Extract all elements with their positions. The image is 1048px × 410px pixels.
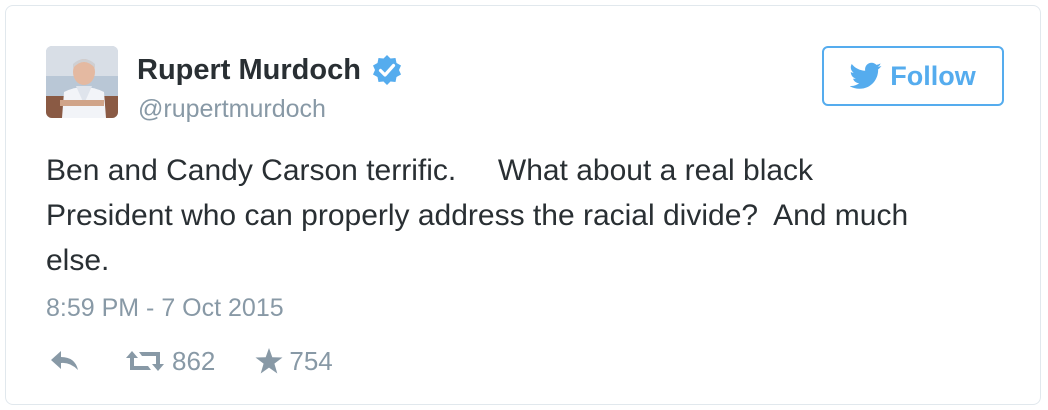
- follow-button[interactable]: Follow: [822, 46, 1004, 106]
- favorite-count: 754: [289, 345, 333, 376]
- favorite-button[interactable]: 754: [255, 345, 333, 377]
- avatar[interactable]: [46, 46, 118, 118]
- retweet-button[interactable]: 862: [126, 346, 215, 377]
- retweet-count: 862: [172, 345, 216, 376]
- retweet-icon: [126, 351, 164, 371]
- twitter-bird-icon: [850, 62, 882, 89]
- tweet-card: Rupert Murdoch @rupertmurdoch Follow Ben…: [5, 5, 1041, 405]
- reply-icon: [51, 351, 78, 370]
- tweet-actions: 862 754: [50, 346, 333, 376]
- avatar-image: [46, 46, 118, 118]
- tweet-text: Ben and Candy Carson terrific. What abou…: [46, 154, 909, 277]
- author-row: Rupert Murdoch: [137, 50, 403, 90]
- author-name[interactable]: Rupert Murdoch: [137, 54, 361, 87]
- follow-label: Follow: [890, 60, 976, 91]
- star-icon: [255, 348, 283, 374]
- tweet-timestamp[interactable]: 8:59 PM - 7 Oct 2015: [46, 294, 284, 323]
- reply-button[interactable]: [50, 350, 80, 372]
- verified-badge-icon: [371, 54, 403, 86]
- author-handle[interactable]: @rupertmurdoch: [138, 95, 326, 124]
